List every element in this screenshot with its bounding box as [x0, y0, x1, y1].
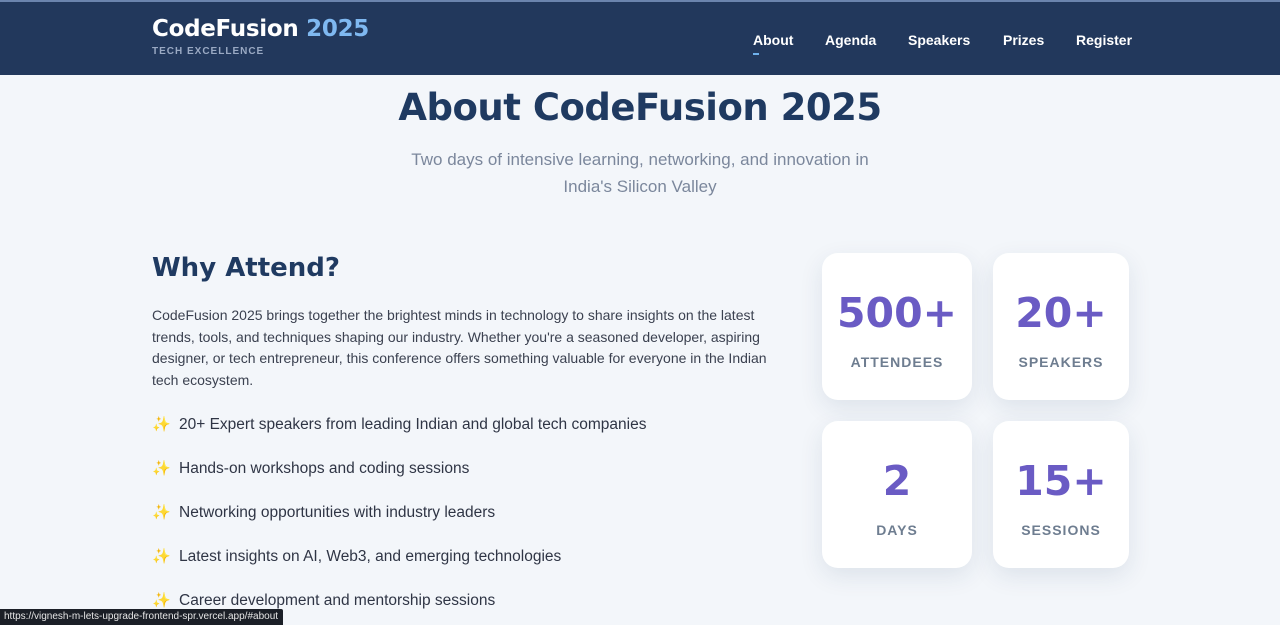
why-attend-description: CodeFusion 2025 brings together the brig…	[152, 307, 767, 389]
sparkles-icon: ✨	[152, 460, 171, 477]
brand-title: CodeFusion 2025	[152, 16, 369, 42]
benefit-text: Hands-on workshops and coding sessions	[179, 460, 470, 477]
list-item: ✨ Latest insights on AI, Web3, and emergi…	[152, 547, 561, 571]
about-subtitle: Two days of intensive learning, networki…	[411, 150, 869, 196]
top-navbar: CodeFusion 2025 TECH EXCELLENCE About Ag…	[0, 0, 1280, 75]
benefit-text: Networking opportunities with industry l…	[179, 504, 496, 521]
nav-agenda-link[interactable]: Agenda	[825, 32, 876, 48]
stat-value: 500+	[837, 289, 957, 337]
sparkles-icon: ✨	[152, 416, 171, 433]
brand-logo[interactable]: CodeFusion 2025 TECH EXCELLENCE	[152, 16, 369, 57]
list-item: ✨ Hands-on workshops and coding sessions	[152, 459, 469, 483]
list-item: ✨ Networking opportunities with industry …	[152, 503, 495, 527]
stat-label: DAYS	[876, 522, 918, 538]
stat-label: SESSIONS	[1021, 522, 1101, 538]
list-item: ✨ 20+ Expert speakers from leading Indian…	[152, 415, 646, 439]
nav-register-link[interactable]: Register	[1076, 32, 1132, 48]
stat-value: 20+	[1015, 289, 1107, 337]
about-title: About CodeFusion 2025	[398, 86, 882, 129]
stat-label: SPEAKERS	[1018, 354, 1104, 370]
link-status-bar: https://vignesh-m-lets-upgrade-frontend-…	[0, 609, 284, 625]
benefit-text: Career development and mentorship sessio…	[179, 592, 496, 609]
benefit-text: 20+ Expert speakers from leading Indian …	[179, 416, 647, 433]
stat-card-sessions: 15+ SESSIONS	[993, 421, 1129, 568]
sparkles-icon: ✨	[152, 548, 171, 565]
nav-prizes-link[interactable]: Prizes	[1003, 32, 1044, 48]
stat-card-speakers: 20+ SPEAKERS	[993, 253, 1129, 400]
benefit-text: Latest insights on AI, Web3, and emergin…	[179, 548, 562, 565]
brand-name: CodeFusion	[152, 16, 299, 42]
stat-label: ATTENDEES	[850, 354, 944, 370]
why-attend-heading: Why Attend?	[152, 253, 341, 283]
brand-year: 2025	[306, 16, 369, 42]
stat-value: 2	[882, 457, 912, 505]
nav-speakers-link[interactable]: Speakers	[908, 32, 970, 48]
nav-about-link[interactable]: About	[753, 32, 793, 55]
brand-tagline: TECH EXCELLENCE	[152, 46, 265, 57]
stat-card-days: 2 DAYS	[822, 421, 972, 568]
stat-value: 15+	[1015, 457, 1107, 505]
sparkles-icon: ✨	[152, 504, 171, 521]
sparkles-icon: ✨	[152, 592, 171, 609]
stat-card-attendees: 500+ ATTENDEES	[822, 253, 972, 400]
